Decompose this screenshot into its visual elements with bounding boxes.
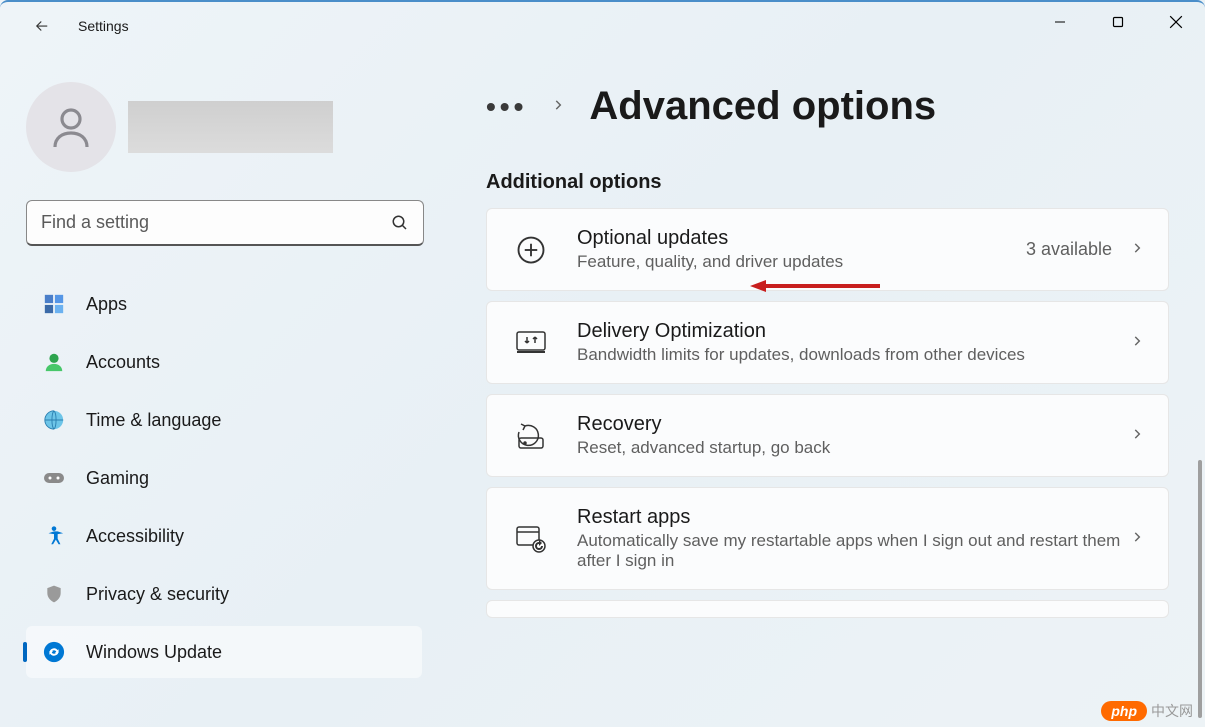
card-partial[interactable] — [486, 600, 1169, 618]
avatar — [26, 82, 116, 172]
windows-update-icon — [42, 640, 66, 664]
nav-list: Apps Accounts Time & language Gaming — [26, 278, 422, 678]
main-content: ••• Advanced options Additional options … — [430, 50, 1205, 727]
user-name-redacted — [128, 101, 333, 153]
nav-label: Time & language — [86, 410, 221, 431]
minimize-button[interactable] — [1031, 2, 1089, 42]
scrollbar-thumb[interactable] — [1198, 460, 1202, 718]
time-language-icon — [42, 408, 66, 432]
breadcrumb: ••• Advanced options — [486, 84, 1169, 129]
delivery-optimization-icon — [511, 323, 551, 363]
nav-label: Windows Update — [86, 642, 222, 663]
watermark-badge: php — [1101, 701, 1147, 721]
titlebar: Settings — [0, 2, 1205, 50]
sidebar-item-accounts[interactable]: Accounts — [26, 336, 422, 388]
nav-label: Privacy & security — [86, 584, 229, 605]
accounts-icon — [42, 350, 66, 374]
apps-icon — [42, 292, 66, 316]
nav-label: Accessibility — [86, 526, 184, 547]
back-button[interactable] — [22, 6, 62, 46]
card-restart-apps[interactable]: Restart apps Automatically save my resta… — [486, 487, 1169, 590]
chevron-right-icon — [1130, 239, 1144, 260]
profile-block[interactable] — [26, 82, 422, 172]
card-title: Optional updates — [577, 227, 1026, 250]
breadcrumb-parent-button[interactable]: ••• — [486, 91, 527, 123]
maximize-button[interactable] — [1089, 2, 1147, 42]
card-subtitle: Bandwidth limits for updates, downloads … — [577, 345, 1130, 365]
nav-label: Gaming — [86, 468, 149, 489]
restart-apps-icon — [511, 519, 551, 559]
window-controls — [1031, 2, 1205, 42]
back-arrow-icon — [33, 17, 51, 35]
card-title: Delivery Optimization — [577, 320, 1130, 343]
card-subtitle: Reset, advanced startup, go back — [577, 438, 1130, 458]
sidebar-item-apps[interactable]: Apps — [26, 278, 422, 330]
section-title-additional-options: Additional options — [486, 171, 1169, 194]
card-subtitle: Feature, quality, and driver updates — [577, 252, 1026, 272]
optional-updates-icon — [511, 230, 551, 270]
minimize-icon — [1054, 16, 1066, 28]
sidebar-item-windows-update[interactable]: Windows Update — [26, 626, 422, 678]
watermark: php 中文网 — [1101, 701, 1193, 721]
search-icon — [391, 214, 409, 232]
accessibility-icon — [42, 524, 66, 548]
nav-label: Accounts — [86, 352, 160, 373]
gaming-icon — [42, 466, 66, 490]
maximize-icon — [1112, 16, 1124, 28]
sidebar-item-time-language[interactable]: Time & language — [26, 394, 422, 446]
card-title: Restart apps — [577, 506, 1130, 529]
privacy-icon — [42, 582, 66, 606]
card-recovery[interactable]: Recovery Reset, advanced startup, go bac… — [486, 394, 1169, 477]
chevron-right-icon — [1130, 332, 1144, 353]
nav-label: Apps — [86, 294, 127, 315]
close-button[interactable] — [1147, 2, 1205, 42]
search-box[interactable] — [26, 200, 424, 246]
card-meta-available: 3 available — [1026, 239, 1112, 260]
card-title: Recovery — [577, 413, 1130, 436]
sidebar: Apps Accounts Time & language Gaming — [0, 50, 430, 727]
card-subtitle: Automatically save my restartable apps w… — [577, 531, 1130, 571]
card-delivery-optimization[interactable]: Delivery Optimization Bandwidth limits f… — [486, 301, 1169, 384]
sidebar-item-gaming[interactable]: Gaming — [26, 452, 422, 504]
sidebar-item-accessibility[interactable]: Accessibility — [26, 510, 422, 562]
card-optional-updates[interactable]: Optional updates Feature, quality, and d… — [486, 208, 1169, 291]
sidebar-item-privacy-security[interactable]: Privacy & security — [26, 568, 422, 620]
close-icon — [1169, 15, 1183, 29]
search-input[interactable] — [41, 212, 391, 233]
watermark-text: 中文网 — [1151, 701, 1193, 721]
person-icon — [47, 103, 95, 151]
recovery-icon — [511, 416, 551, 456]
chevron-right-icon — [1130, 528, 1144, 549]
chevron-right-icon — [1130, 425, 1144, 446]
page-title: Advanced options — [589, 84, 936, 129]
app-title: Settings — [78, 18, 129, 34]
chevron-right-icon — [551, 95, 565, 118]
